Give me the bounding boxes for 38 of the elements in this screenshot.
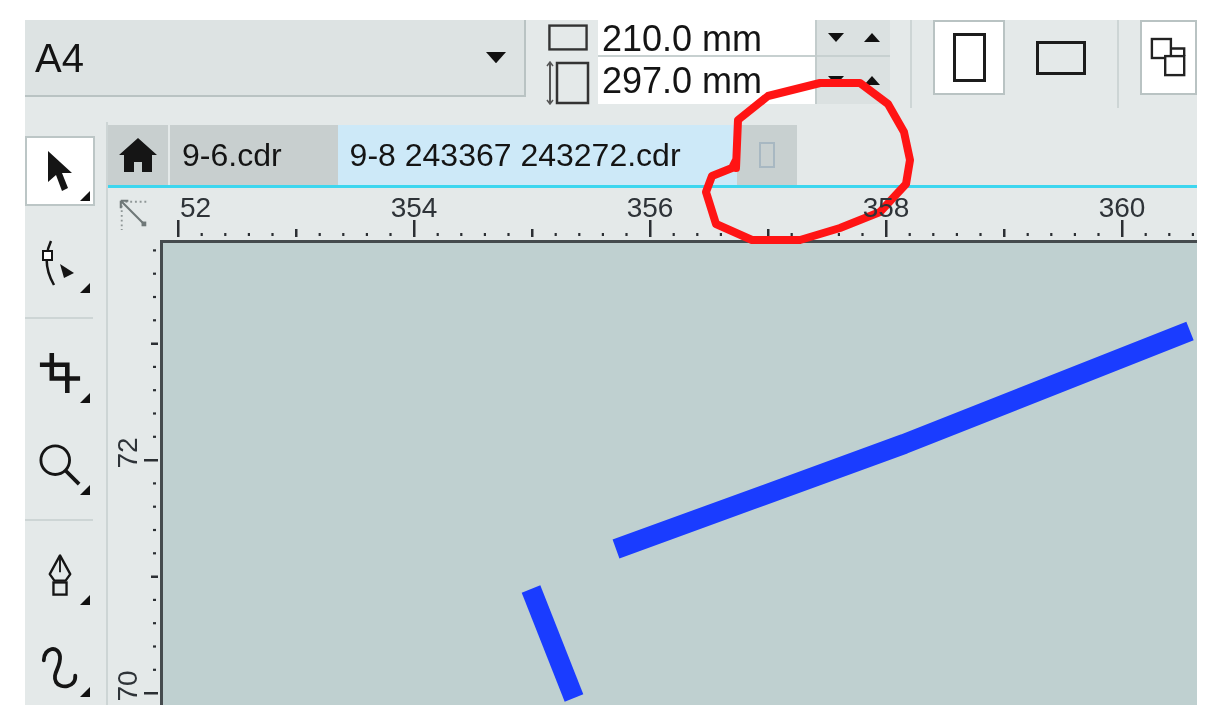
ruler-label: 354 [390,194,438,222]
caret-down-icon [486,51,506,64]
page-width-icon [548,24,588,51]
landscape-page-icon [1036,40,1086,75]
flyout-corner-icon [80,191,90,201]
orientation-button[interactable] [933,20,1005,95]
curve-stroke-icon [40,645,80,689]
home-icon [118,137,158,173]
ruler-label: 52 [180,194,212,222]
caret-up-icon [864,76,880,85]
flyout-corner-icon [80,687,90,697]
pointer-icon [47,150,73,192]
page-height-icon [546,61,590,105]
search-icon [39,444,81,486]
width-field[interactable]: 210.0 mm [598,20,815,57]
page-size-dropdown[interactable]: A4 [25,20,526,97]
home-tab[interactable] [108,125,168,185]
portrait-page-icon [952,33,986,82]
crop-icon [39,352,81,394]
pen-nib-icon [46,553,74,597]
ruler-label: 356 [626,194,674,222]
rectangle-icon [758,142,775,168]
page-layout-button[interactable] [1140,20,1197,95]
flyout-corner-icon [80,485,90,495]
pages-icon [1149,36,1188,79]
ruler-label: 70 [114,670,142,702]
caret-down-icon [827,33,844,42]
tab-strip-button[interactable] [736,125,797,185]
tool-button[interactable] [25,136,95,206]
flyout-corner-icon [80,595,90,605]
flyout-corner-icon [80,393,90,403]
flyout-corner-icon [80,283,90,293]
document-tab[interactable]: 9-6.cdr [170,125,338,185]
height-field[interactable]: 297.0 mm [598,57,815,104]
ruler-label: 360 [1098,194,1146,222]
ruler-label: 72 [114,437,142,469]
caret-up-icon [864,33,880,42]
document-tab[interactable]: 9-8 243367 243272.cdr [337,125,737,185]
